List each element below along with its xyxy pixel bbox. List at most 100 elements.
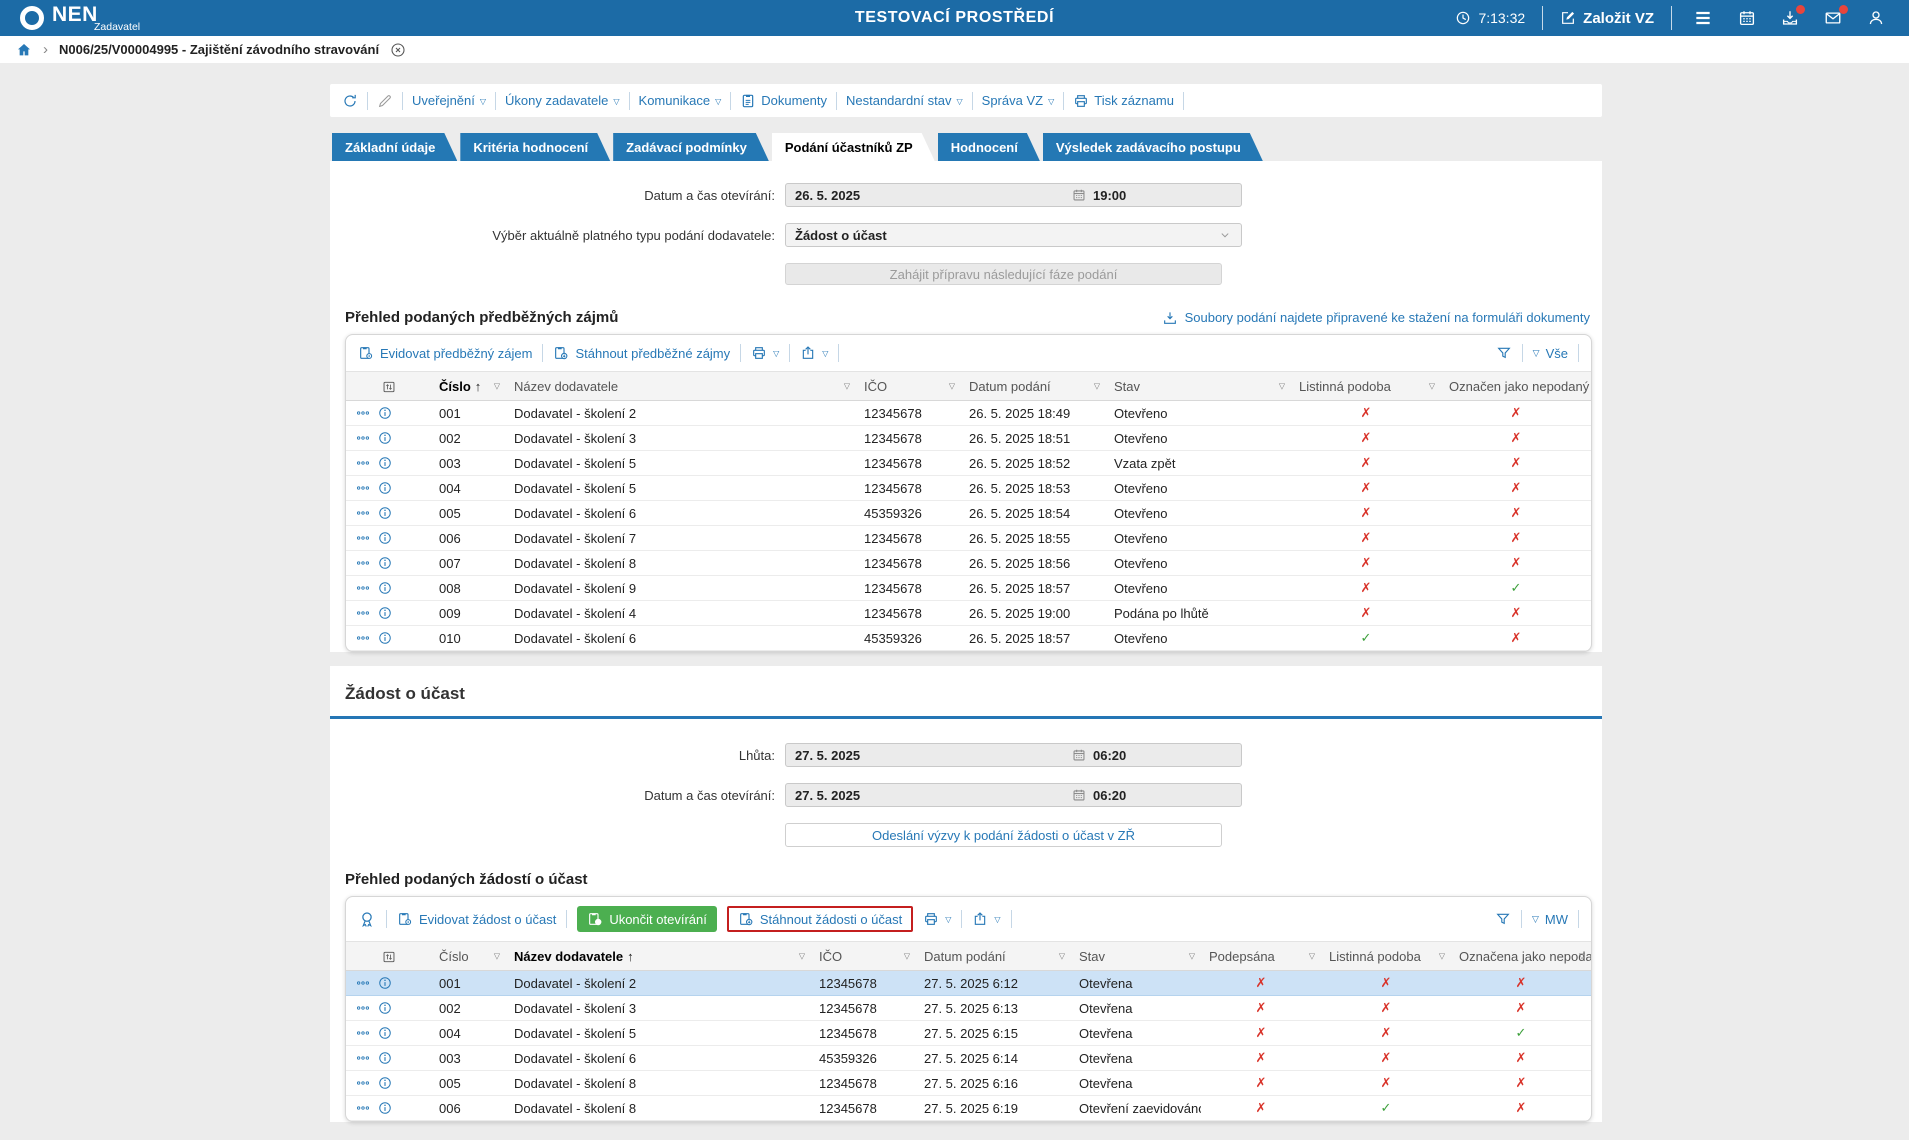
info-icon[interactable] bbox=[378, 976, 392, 990]
send-request-button[interactable]: Odeslání výzvy k podání žádosti o účast … bbox=[785, 823, 1222, 847]
award-button[interactable] bbox=[358, 910, 376, 928]
table-row[interactable]: 002Dodavatel - školení 31234567826. 5. 2… bbox=[346, 426, 1591, 451]
row-menu-icon[interactable] bbox=[356, 1051, 370, 1065]
table-row[interactable]: 009Dodavatel - školení 41234567826. 5. 2… bbox=[346, 601, 1591, 626]
table-row[interactable]: 008Dodavatel - školení 91234567826. 5. 2… bbox=[346, 576, 1591, 601]
create-vz-button[interactable]: Založit VZ bbox=[1560, 10, 1654, 27]
main-menu-button[interactable] bbox=[1693, 8, 1713, 28]
row-menu-icon[interactable] bbox=[356, 431, 370, 445]
info-icon[interactable] bbox=[378, 606, 392, 620]
info-icon[interactable] bbox=[378, 531, 392, 545]
row-menu-icon[interactable] bbox=[356, 1026, 370, 1040]
breadcrumb-item[interactable]: N006/25/V00004995 - Zajištění závodního … bbox=[59, 42, 379, 57]
stahnout-predbezne-zajmy-button[interactable]: Stáhnout předběžné zájmy bbox=[553, 345, 730, 361]
nen-logo[interactable]: NEN Zadavatel bbox=[20, 4, 140, 33]
table-row[interactable]: 004Dodavatel - školení 51234567827. 5. 2… bbox=[346, 1021, 1591, 1046]
tab-zakladni-udaje[interactable]: Základní údaje bbox=[332, 133, 457, 161]
menu-ukony-zadavatele[interactable]: Úkony zadavatele▽ bbox=[505, 93, 620, 108]
info-icon[interactable] bbox=[378, 581, 392, 595]
start-next-phase-button[interactable]: Zahájit přípravu následující fáze podání bbox=[785, 263, 1222, 285]
refresh-button[interactable] bbox=[342, 93, 358, 109]
print-table-button[interactable]: ▽ bbox=[923, 911, 951, 927]
info-icon[interactable] bbox=[378, 1026, 392, 1040]
menu-uverejneni[interactable]: Uveřejnění▽ bbox=[412, 93, 486, 108]
column-header-0[interactable]: Číslo▽ bbox=[431, 942, 506, 971]
submission-type-select[interactable]: Žádost o účast bbox=[785, 223, 1242, 247]
menu-tisk-zaznamu[interactable]: Tisk záznamu bbox=[1073, 93, 1174, 109]
filter-triangle-icon[interactable]: ▽ bbox=[904, 952, 910, 961]
row-menu-icon[interactable] bbox=[356, 1076, 370, 1090]
filter-triangle-icon[interactable]: ▽ bbox=[1579, 952, 1585, 961]
table-row[interactable]: 001Dodavatel - školení 21234567827. 5. 2… bbox=[346, 971, 1591, 996]
column-header-6[interactable]: Listinná podoba▽ bbox=[1321, 942, 1451, 971]
table-row[interactable]: 005Dodavatel - školení 64535932626. 5. 2… bbox=[346, 501, 1591, 526]
filter-preset-select[interactable]: ▽Vše bbox=[1533, 346, 1568, 361]
edit-record-button[interactable] bbox=[377, 93, 393, 109]
column-header-0[interactable]: Číslo↑▽ bbox=[431, 372, 506, 401]
row-menu-icon[interactable] bbox=[356, 531, 370, 545]
row-menu-icon[interactable] bbox=[356, 556, 370, 570]
filter-triangle-icon[interactable]: ▽ bbox=[494, 382, 500, 391]
filter-button[interactable] bbox=[1495, 911, 1511, 927]
table-row[interactable]: 006Dodavatel - školení 71234567826. 5. 2… bbox=[346, 526, 1591, 551]
filter-button[interactable] bbox=[1496, 345, 1512, 361]
export-table-button[interactable]: ▽ bbox=[972, 911, 1000, 927]
filter-triangle-icon[interactable]: ▽ bbox=[949, 382, 955, 391]
row-menu-icon[interactable] bbox=[356, 406, 370, 420]
column-header-5[interactable]: Podepsána▽ bbox=[1201, 942, 1321, 971]
info-icon[interactable] bbox=[378, 556, 392, 570]
table-row[interactable]: 003Dodavatel - školení 64535932627. 5. 2… bbox=[346, 1046, 1591, 1071]
calendar-button[interactable] bbox=[1738, 9, 1756, 27]
zadost-opening-field[interactable]: 27. 5. 2025 06:20 bbox=[785, 783, 1242, 807]
column-header-3[interactable]: Datum podání▽ bbox=[961, 372, 1106, 401]
column-header-5[interactable]: Listinná podoba▽ bbox=[1291, 372, 1441, 401]
column-header-2[interactable]: IČO▽ bbox=[856, 372, 961, 401]
downloads-button[interactable] bbox=[1781, 9, 1799, 27]
info-icon[interactable] bbox=[378, 431, 392, 445]
row-menu-icon[interactable] bbox=[356, 631, 370, 645]
column-header-6[interactable]: Označen jako nepodaný bbox=[1441, 372, 1591, 401]
info-icon[interactable] bbox=[378, 1051, 392, 1065]
row-menu-icon[interactable] bbox=[356, 606, 370, 620]
menu-nestandardni-stav[interactable]: Nestandardní stav▽ bbox=[846, 93, 963, 108]
evidovat-predbezny-zajem-button[interactable]: Evidovat předběžný zájem bbox=[358, 345, 532, 361]
filter-triangle-icon[interactable]: ▽ bbox=[1059, 952, 1065, 961]
print-table-button[interactable]: ▽ bbox=[751, 345, 779, 361]
filter-triangle-icon[interactable]: ▽ bbox=[1429, 382, 1435, 391]
table-row[interactable]: 001Dodavatel - školení 21234567826. 5. 2… bbox=[346, 401, 1591, 426]
filter-preset-select[interactable]: ▽MW bbox=[1532, 912, 1568, 927]
table-row[interactable]: 007Dodavatel - školení 81234567826. 5. 2… bbox=[346, 551, 1591, 576]
column-header-1[interactable]: Název dodavatele▽ bbox=[506, 372, 856, 401]
column-header-4[interactable]: Stav▽ bbox=[1106, 372, 1291, 401]
column-header-1[interactable]: Název dodavatele↑▽ bbox=[506, 942, 811, 971]
row-menu-icon[interactable] bbox=[356, 481, 370, 495]
filter-triangle-icon[interactable]: ▽ bbox=[844, 382, 850, 391]
info-icon[interactable] bbox=[378, 456, 392, 470]
row-menu-icon[interactable] bbox=[356, 506, 370, 520]
info-icon[interactable] bbox=[378, 1001, 392, 1015]
row-menu-icon[interactable] bbox=[356, 456, 370, 470]
stahnout-zadosti-button[interactable]: Stáhnout žádosti o účast bbox=[738, 911, 902, 927]
menu-dokumenty[interactable]: Dokumenty bbox=[740, 93, 827, 109]
filter-triangle-icon[interactable]: ▽ bbox=[494, 952, 500, 961]
close-record-icon[interactable] bbox=[390, 42, 406, 58]
menu-sprava-vz[interactable]: Správa VZ▽ bbox=[982, 93, 1055, 108]
column-settings-button[interactable] bbox=[346, 372, 431, 401]
table-row[interactable]: 003Dodavatel - školení 51234567826. 5. 2… bbox=[346, 451, 1591, 476]
table-row[interactable]: 002Dodavatel - školení 31234567827. 5. 2… bbox=[346, 996, 1591, 1021]
evidovat-zadost-button[interactable]: Evidovat žádost o účast bbox=[397, 911, 556, 927]
submission-files-link[interactable]: Soubory podání najdete připravené ke sta… bbox=[1162, 310, 1590, 326]
info-icon[interactable] bbox=[378, 481, 392, 495]
messages-button[interactable] bbox=[1824, 9, 1842, 27]
column-header-7[interactable]: Označena jako nepodaná▽ bbox=[1451, 942, 1591, 971]
row-menu-icon[interactable] bbox=[356, 581, 370, 595]
info-icon[interactable] bbox=[378, 506, 392, 520]
column-header-3[interactable]: Datum podání▽ bbox=[916, 942, 1071, 971]
table-row[interactable]: 005Dodavatel - školení 81234567827. 5. 2… bbox=[346, 1071, 1591, 1096]
ukoncit-otevirani-button[interactable]: Ukončit otevírání bbox=[577, 906, 717, 932]
table-row[interactable]: 004Dodavatel - školení 51234567826. 5. 2… bbox=[346, 476, 1591, 501]
table-row[interactable]: 006Dodavatel - školení 81234567827. 5. 2… bbox=[346, 1096, 1591, 1121]
info-icon[interactable] bbox=[378, 1101, 392, 1115]
filter-triangle-icon[interactable]: ▽ bbox=[1439, 952, 1445, 961]
filter-triangle-icon[interactable]: ▽ bbox=[1309, 952, 1315, 961]
